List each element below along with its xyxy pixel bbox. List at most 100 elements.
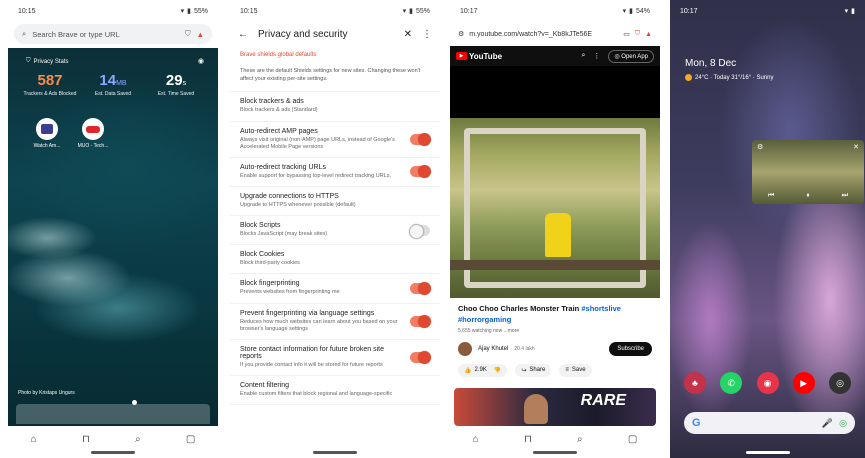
video-player[interactable]: [450, 118, 660, 298]
hide-icon[interactable]: ◉: [198, 57, 204, 65]
setting-block-trackers[interactable]: Block trackers & ads Block trackers & ads…: [230, 92, 440, 122]
brave-shield-icon[interactable]: ⛉: [635, 30, 640, 38]
url-field[interactable]: m.youtube.com/watch?v=_Kb8kJTe56E: [469, 31, 618, 38]
setting-desc: Always visit original (non-AMP) page URL…: [240, 136, 395, 150]
thumbs-down-icon[interactable]: 👎: [494, 367, 501, 374]
search-input[interactable]: Search Brave or type URL: [32, 30, 179, 39]
settings-icon[interactable]: ⚙: [757, 143, 763, 151]
stat-label: Trackers & Ads Blocked: [23, 91, 77, 97]
mic-icon[interactable]: 🎤: [822, 418, 833, 429]
photo-credit[interactable]: Photo by Kristaps Ungurs: [18, 390, 75, 396]
avatar[interactable]: [458, 341, 472, 356]
camera-icon[interactable]: ◎: [829, 372, 851, 394]
language-fingerprinting-toggle[interactable]: [410, 314, 431, 328]
gesture-bar[interactable]: [745, 451, 790, 454]
brave-shield-icon[interactable]: ⛉: [185, 29, 191, 39]
setting-https-upgrade[interactable]: Upgrade connections to HTTPS Upgrade to H…: [230, 187, 440, 217]
top-site-tile[interactable]: MUO - Tech...: [76, 118, 110, 149]
search-icon[interactable]: ⌕: [135, 434, 141, 445]
section-title: Brave shields global defaults: [240, 52, 317, 58]
forward-icon[interactable]: ⏭: [842, 192, 848, 200]
setting-title: Content filtering: [240, 381, 290, 389]
privacy-stats-title: ⛉ Privacy Stats: [26, 58, 69, 65]
address-bar[interactable]: ⚙ m.youtube.com/watch?v=_Kb8kJTe56E ▭ ⛉ …: [454, 24, 656, 44]
rewind-icon[interactable]: ⏮: [768, 192, 774, 200]
channel-name[interactable]: Ajay Khutel: [478, 346, 508, 352]
setting-block-cookies[interactable]: Block Cookies Block third-party cookies: [230, 245, 440, 275]
setting-amp-redirect: Auto-redirect AMP pages Always visit orig…: [230, 122, 440, 158]
subscribe-button[interactable]: Subscribe: [609, 341, 652, 356]
open-app-label: Open App: [621, 53, 648, 60]
close-icon[interactable]: ✕: [853, 143, 859, 151]
setting-title: Block fingerprinting: [240, 280, 300, 288]
lens-icon[interactable]: ◎: [839, 418, 847, 429]
address-bar[interactable]: ⌕ Search Brave or type URL ⛉ ▲: [14, 24, 212, 44]
home-icon[interactable]: ⌂: [473, 434, 479, 445]
open-app-button[interactable]: ◎ Open App: [608, 49, 654, 63]
back-arrow-icon[interactable]: ←: [238, 29, 248, 40]
top-site-label: Watch Am...: [33, 143, 61, 149]
privacy-stats: 587 Trackers & Ads Blocked 14MB Est. Dat…: [20, 72, 206, 97]
whatsapp-icon[interactable]: ✆: [720, 372, 743, 394]
hashtag-link[interactable]: #horrorgaming: [458, 315, 511, 324]
music-icon[interactable]: ◉: [756, 372, 779, 394]
save-icon: ≡: [565, 367, 569, 374]
tabs-icon[interactable]: ▢: [628, 434, 637, 445]
bookmark-icon[interactable]: ⊓: [524, 434, 532, 445]
youtube-header: ▶ YouTube ⌕ ⋮ ◎ Open App: [450, 46, 660, 66]
phone-home-screen: 10:17 ▾ ▮ Mon, 8 Dec 24°C · Today 31°/16°…: [670, 0, 865, 458]
bottom-toolbar: ⌂ ⊓ ⌕ ▢: [8, 426, 218, 452]
search-icon[interactable]: ⌕: [581, 52, 585, 60]
amp-redirect-toggle[interactable]: [410, 132, 431, 146]
home-icon[interactable]: ⌂: [31, 434, 37, 445]
tracking-redirect-toggle[interactable]: [410, 165, 431, 179]
date-widget[interactable]: Mon, 8 Dec: [685, 58, 736, 69]
close-icon[interactable]: ✕: [404, 29, 412, 40]
setting-content-filtering[interactable]: Content filtering Enable custom filters t…: [230, 376, 440, 406]
video-title: Choo Choo Charles Monster Train #shortsl…: [450, 298, 660, 326]
like-button[interactable]: 👍 2.9K 👎: [458, 363, 508, 377]
tabs-icon[interactable]: ▢: [186, 434, 195, 445]
gesture-bar[interactable]: [533, 451, 577, 454]
brave-rewards-icon[interactable]: ▲: [197, 30, 204, 39]
setting-block-fingerprinting: Block fingerprinting Prevents websites fr…: [230, 274, 440, 304]
share-button[interactable]: ↪ Share: [515, 363, 552, 377]
weather-widget[interactable]: 24°C · Today 31°/16° · Sunny: [685, 74, 773, 81]
search-icon[interactable]: ⌕: [577, 434, 583, 445]
youtube-icon[interactable]: ▶: [792, 372, 815, 394]
more-link[interactable]: ...more: [504, 328, 520, 334]
hashtag-link[interactable]: #shortslive: [581, 304, 621, 313]
block-fingerprinting-toggle[interactable]: [410, 281, 431, 295]
more-vert-icon[interactable]: ⋮: [422, 29, 432, 40]
status-bar: 10:15 ▾ ▮ 55%: [230, 0, 440, 22]
news-card-peek[interactable]: [16, 400, 210, 424]
setting-title: Auto-redirect AMP pages: [240, 127, 318, 135]
status-time: 10:15: [240, 7, 258, 15]
status-bar: 10:15 ▾ ▮ 55%: [8, 0, 218, 22]
block-scripts-toggle[interactable]: [409, 223, 430, 239]
top-site-label: MUO - Tech...: [77, 143, 109, 149]
store-contact-toggle[interactable]: [410, 350, 431, 364]
bookmark-icon[interactable]: ⊓: [82, 434, 90, 445]
privacy-stats-label: Privacy Stats: [33, 58, 69, 65]
gesture-bar[interactable]: [313, 451, 357, 454]
share-label: Share: [529, 367, 546, 374]
cast-icon[interactable]: ▭: [623, 30, 630, 38]
app-icon[interactable]: ♣: [684, 372, 706, 394]
more-vert-icon[interactable]: ⋮: [593, 52, 600, 60]
save-button[interactable]: ≡ Save: [559, 363, 592, 377]
next-video-thumbnail[interactable]: RARE: [454, 388, 656, 426]
youtube-logo[interactable]: ▶ YouTube: [456, 52, 573, 61]
site-settings-icon[interactable]: ⚙: [458, 30, 464, 38]
setting-desc: If you provide contact info it will be s…: [240, 361, 383, 368]
pause-icon[interactable]: ⏸: [806, 192, 810, 200]
top-site-tile[interactable]: Watch Am...: [30, 118, 64, 149]
picture-in-picture-window[interactable]: ⚙ ✕ ⏮ ⏸ ⏭: [752, 140, 864, 204]
gesture-bar[interactable]: [91, 451, 135, 454]
brave-rewards-icon[interactable]: ▲: [645, 31, 652, 38]
google-search-bar[interactable]: G 🎤 ◎: [684, 412, 855, 434]
carousel-dot: [132, 400, 137, 405]
status-time: 10:17: [680, 7, 698, 15]
stat-unit: s: [182, 80, 187, 87]
status-time: 10:17: [460, 7, 478, 15]
